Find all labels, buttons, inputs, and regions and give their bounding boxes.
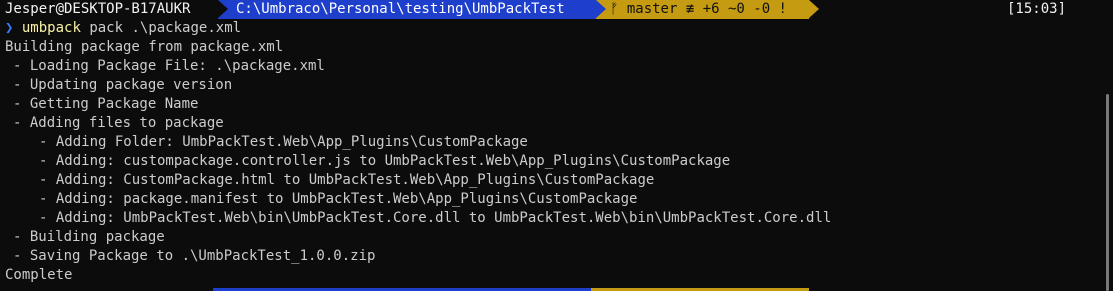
output-line: - Getting Package Name	[13, 96, 199, 112]
output-line: - Saving Package to .\UmbPackTest_1.0.0.…	[13, 248, 376, 264]
prompt-chevron-icon: ❯	[5, 20, 14, 36]
powerline-end-separator-icon	[809, 0, 819, 18]
terminal-window[interactable]: Jesper@DESKTOP-B17AUKR C:\Umbraco\Person…	[0, 0, 1100, 291]
output-line: - Updating package version	[13, 77, 233, 93]
output-line: - Adding: custompackage.controller.js to…	[39, 153, 731, 169]
prompt-git-status: master ≢ +6 ~0 -0 !	[626, 1, 787, 17]
command-line[interactable]: ❯ umbpack pack .\package.xml	[5, 19, 1100, 38]
output-line: - Adding Folder: UmbPackTest.Web\App_Plu…	[39, 134, 528, 150]
output-line: Complete	[5, 267, 73, 283]
prompt-user-host: Jesper@DESKTOP-B17AUKR	[5, 1, 191, 17]
output-line: - Adding: package.manifest to UmbPackTes…	[39, 191, 638, 207]
output-line: - Building package	[13, 229, 165, 245]
output-line: - Adding: UmbPackTest.Web\bin\UmbPackTes…	[39, 210, 832, 226]
vertical-scrollbar[interactable]	[1100, 0, 1113, 291]
prompt-path-start-separator	[218, 0, 228, 18]
scrollbar-thumb[interactable]	[1106, 94, 1109, 291]
prompt-path-segment: C:\Umbraco\Personal\testing\UmbPackTest	[218, 0, 596, 19]
output-line: Building package from package.xml	[5, 39, 284, 55]
prompt-line: Jesper@DESKTOP-B17AUKR C:\Umbraco\Person…	[5, 0, 1100, 19]
command-output: Building package from package.xml - Load…	[5, 38, 1100, 285]
prompt-git-segment: ᚠ master ≢ +6 ~0 -0 !	[596, 0, 809, 19]
output-line: - Adding: CustomPackage.html to UmbPackT…	[39, 172, 655, 188]
command-name: umbpack	[21, 20, 81, 36]
git-branch-icon: ᚠ	[610, 1, 619, 17]
output-line: - Loading Package File: .\package.xml	[13, 58, 325, 74]
command-args: pack .\package.xml	[89, 20, 242, 36]
prompt-time: [15:03]	[1007, 1, 1067, 17]
output-line: - Adding files to package	[13, 115, 224, 131]
powerline-separator-icon	[596, 0, 606, 18]
